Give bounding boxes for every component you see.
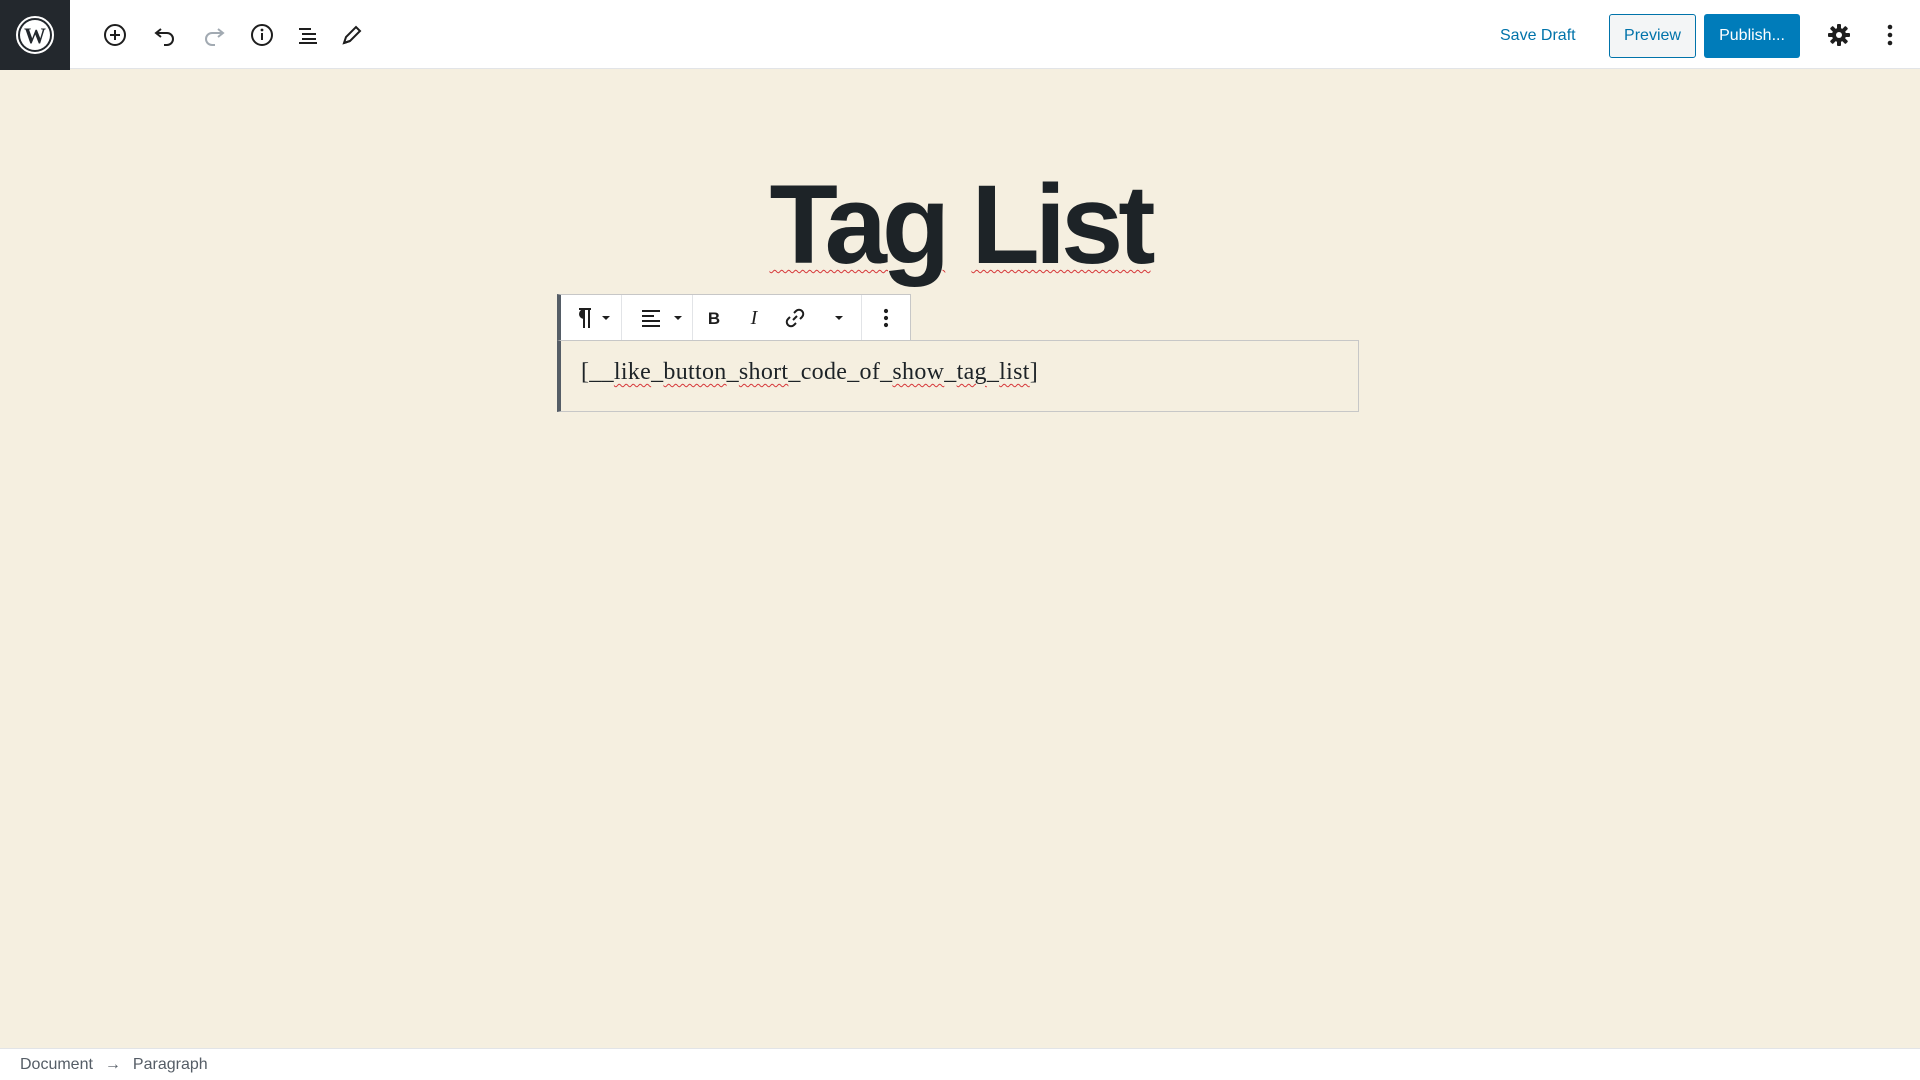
text-fragment: _ [726,359,739,385]
link-button[interactable] [773,295,817,340]
link-icon [785,308,805,327]
redo-button[interactable] [196,17,232,53]
content-info-button[interactable] [244,17,280,53]
more-vertical-icon [1887,24,1893,46]
more-tools-button[interactable] [1872,17,1908,53]
svg-text:W: W [24,23,46,48]
paragraph-icon [579,307,610,328]
italic-button[interactable]: I [735,295,773,340]
paragraph-text[interactable]: [__like_button_short_code_of_show_tag_li… [581,359,1038,386]
post-title[interactable]: Tag List [0,160,1920,290]
edit-mode-button[interactable] [334,17,370,53]
info-icon [251,24,273,46]
block-navigation-icon [299,28,317,44]
block-type-group [561,295,622,340]
text-fragment: _ [788,359,801,385]
block-breadcrumb: Document → Paragraph [0,1048,1920,1080]
block-navigation-button[interactable] [290,17,326,53]
publish-button[interactable]: Publish... [1704,14,1800,58]
text-fragment: like [613,359,652,385]
block-toolbar: B I [557,294,911,340]
alignment-group [622,295,693,340]
save-draft-button[interactable]: Save Draft [1490,14,1586,58]
block-type-switcher[interactable] [561,295,621,340]
text-fragment: _ [880,359,893,385]
preview-button[interactable]: Preview [1609,14,1696,58]
svg-text:I: I [750,307,759,329]
text-fragment: ] [1029,359,1038,385]
add-block-button[interactable] [97,17,133,53]
undo-button[interactable] [147,17,183,53]
text-fragment: show [892,359,945,385]
text-fragment: _ [651,359,664,385]
text-fragment: _ [986,359,1000,385]
text-fragment: list [999,359,1030,385]
breadcrumb-document[interactable]: Document [20,1056,93,1074]
settings-button[interactable] [1821,17,1857,53]
text-fragment: _ [847,359,860,385]
bold-icon: B [708,309,720,328]
text-fragment: tag [956,359,987,385]
more-vertical-icon [883,308,889,327]
gear-icon [1828,24,1850,46]
text-fragment: __ [589,359,614,385]
undo-icon [154,28,174,46]
options-group [862,295,910,340]
wordpress-icon: W [16,16,54,54]
more-rich-text-button[interactable] [817,295,861,340]
title-word: List [971,162,1155,287]
breadcrumb-paragraph[interactable]: Paragraph [133,1056,208,1074]
pencil-icon [342,25,362,45]
svg-text:B: B [708,309,720,328]
text-fragment: _ [944,359,957,385]
redo-icon [205,28,225,46]
text-fragment: code [800,359,848,385]
align-left-icon [642,309,682,327]
text-fragment: short [738,359,789,385]
formatting-group: B I [693,295,862,340]
text-fragment: button [663,359,727,385]
add-block-icon [104,24,126,46]
paragraph-block[interactable]: [__like_button_short_code_of_show_tag_li… [557,340,1359,412]
editor-header: W Save Draft Preview Publish... [0,0,1920,70]
wordpress-logo-button[interactable]: W [0,0,70,70]
more-options-button[interactable] [862,295,910,340]
bold-button[interactable]: B [693,295,735,340]
breadcrumb-separator: → [104,1055,121,1073]
chevron-down-icon [835,315,843,320]
align-button[interactable] [622,295,692,340]
italic-icon: I [750,307,759,329]
title-word: Tag [769,162,950,287]
text-fragment: of [859,359,881,385]
